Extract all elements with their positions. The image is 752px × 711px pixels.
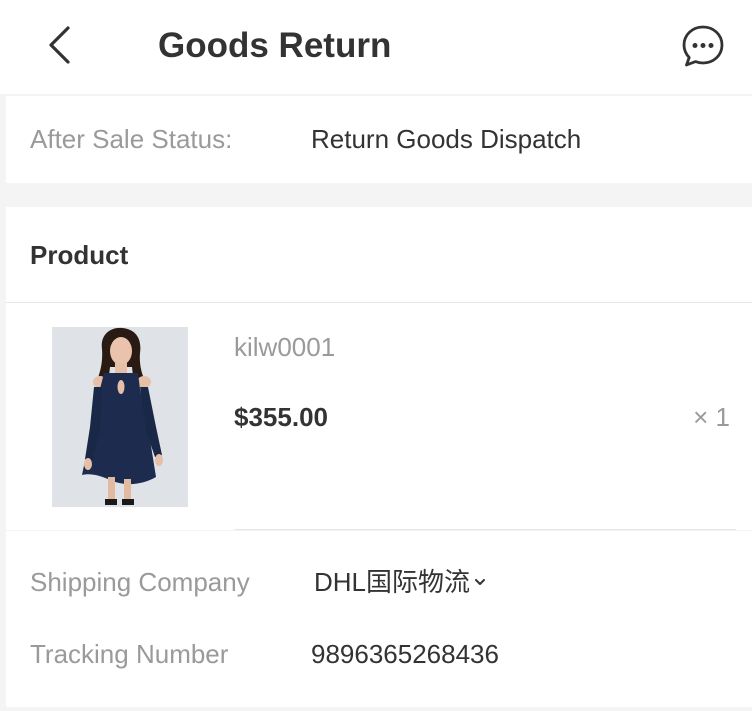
product-sku[interactable]: kilw0001 xyxy=(234,332,335,362)
status-row: After Sale Status: Return Goods Dispatch xyxy=(6,96,752,183)
status-label: After Sale Status: xyxy=(30,124,233,154)
chevron-left-icon xyxy=(46,25,72,70)
tracking-number-field[interactable]: 9896365268436 xyxy=(311,639,499,669)
chat-bubble-icon xyxy=(681,24,725,73)
header-bar: Goods Return xyxy=(0,0,752,94)
shipping-company-select[interactable]: DHL国际物流 xyxy=(314,567,486,597)
divider xyxy=(6,302,752,303)
page-title: Goods Return xyxy=(158,26,392,65)
shipping-company-value: DHL国际物流 xyxy=(314,567,471,597)
goods-return-page: Goods Return After Sale Status: Return G… xyxy=(0,0,752,711)
chat-button[interactable] xyxy=(680,25,726,71)
shipping-company-label: Shipping Company xyxy=(30,567,250,597)
product-price: $355.00 xyxy=(234,402,328,432)
status-value: Return Goods Dispatch xyxy=(311,124,582,154)
product-quantity: × 1 xyxy=(693,402,730,432)
shipping-section: Shipping Company DHL国际物流 Tracking Number… xyxy=(6,531,752,707)
divider xyxy=(234,529,736,530)
product-heading: Product xyxy=(30,240,129,270)
tracking-number-label: Tracking Number xyxy=(30,639,229,669)
chevron-down-icon xyxy=(474,563,486,593)
product-section: Product kilw0001 $355.00 × 1 xyxy=(6,207,752,530)
back-button[interactable] xyxy=(36,24,82,70)
product-image[interactable] xyxy=(52,327,188,507)
